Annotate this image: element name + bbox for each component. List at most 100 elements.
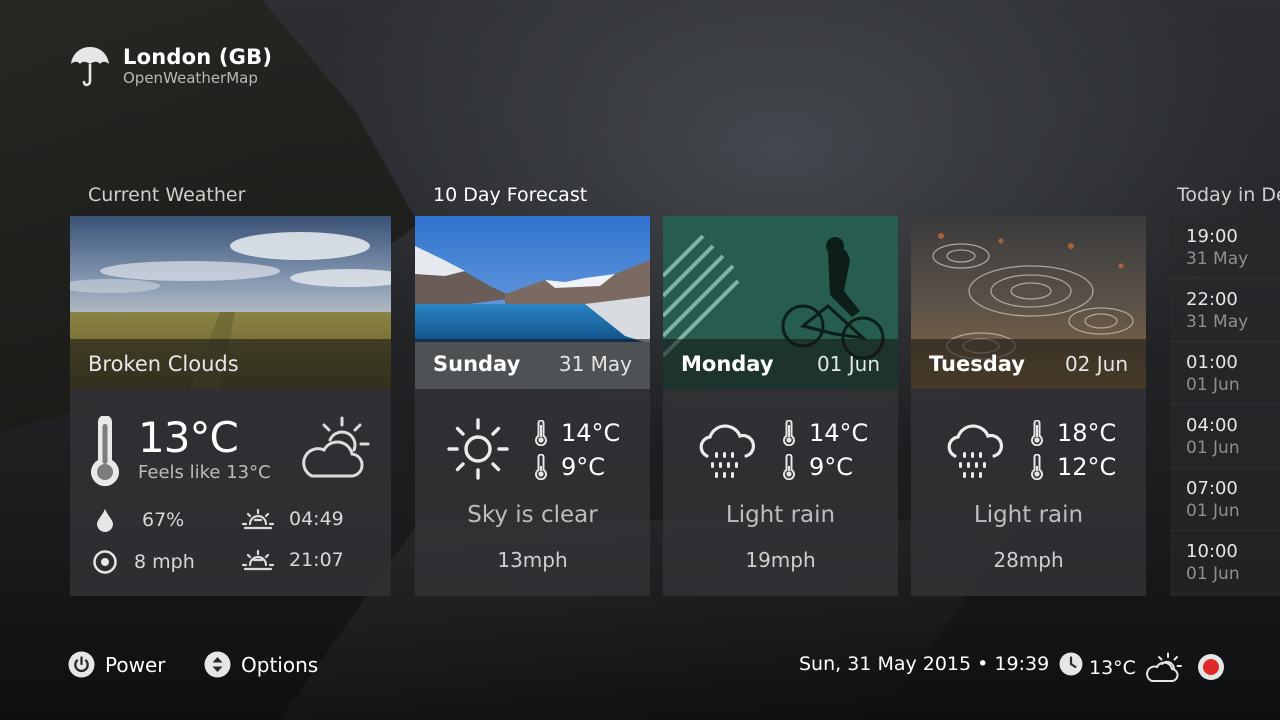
power-icon xyxy=(68,651,95,678)
low-temp-row: 9°C xyxy=(535,450,620,484)
hourly-date: 01 Jun xyxy=(1186,564,1240,584)
hourly-item[interactable]: 10:00 01 Jun xyxy=(1170,531,1280,594)
thermometer-high-icon xyxy=(783,420,795,446)
hourly-item[interactable]: 22:00 31 May xyxy=(1170,279,1280,342)
sunrise-time: 04:49 xyxy=(289,508,344,530)
current-weather-photo: Broken Clouds xyxy=(70,216,391,389)
location-name: London (GB) xyxy=(123,45,273,69)
forecast-photo-cyclist: Monday 01 Jun xyxy=(663,216,898,389)
weather-provider: OpenWeatherMap xyxy=(123,69,258,87)
forecast-photo-lake: Sunday 31 May xyxy=(415,216,650,389)
forecast-low: 9°C xyxy=(809,453,854,481)
sunset-time: 21:07 xyxy=(289,549,344,571)
cloud-sun-small-icon xyxy=(1146,652,1182,682)
sunset-icon xyxy=(241,549,275,571)
forecast-date: 02 Jun xyxy=(1064,352,1128,376)
current-condition-band: Broken Clouds xyxy=(70,339,391,389)
forecast-band: Monday 01 Jun xyxy=(663,339,898,389)
forecast-band: Sunday 31 May xyxy=(415,339,650,389)
cloud-sun-icon xyxy=(302,416,370,478)
thermometer-low-icon xyxy=(1031,454,1043,480)
section-current-weather[interactable]: Current Weather xyxy=(88,184,245,206)
hourly-time: 22:00 xyxy=(1186,289,1238,310)
wind-compass-icon xyxy=(93,550,117,574)
high-temp-row: 18°C xyxy=(1031,416,1116,450)
humidity-drop-icon xyxy=(97,509,113,532)
thermometer-icon xyxy=(91,416,119,487)
forecast-photo-puddle: Tuesday 02 Jun xyxy=(911,216,1146,389)
hourly-time: 10:00 xyxy=(1186,541,1238,562)
forecast-card[interactable]: Tuesday 02 Jun 18°C 12°C Light rain 28mp… xyxy=(911,216,1146,596)
clock-status: Sun, 31 May 2015 • 19:39 xyxy=(799,652,1083,676)
hourly-time: 07:00 xyxy=(1186,478,1238,499)
section-forecast[interactable]: 10 Day Forecast xyxy=(433,184,587,206)
section-hourly[interactable]: Today in Detail xyxy=(1177,184,1280,206)
thermometer-high-icon xyxy=(1031,420,1043,446)
date-time: Sun, 31 May 2015 • 19:39 xyxy=(799,653,1050,675)
forecast-band: Tuesday 02 Jun xyxy=(911,339,1146,389)
location-header: London (GB) OpenWeatherMap xyxy=(70,44,272,88)
low-temp-row: 12°C xyxy=(1031,450,1116,484)
sunset-row: 21:07 xyxy=(241,549,344,571)
hourly-date: 01 Jun xyxy=(1186,438,1240,458)
current-condition: Broken Clouds xyxy=(88,352,239,376)
hourly-item[interactable]: 01:00 01 Jun xyxy=(1170,342,1280,405)
hourly-date: 01 Jun xyxy=(1186,501,1240,521)
umbrella-icon xyxy=(71,47,109,87)
forecast-description: Light rain xyxy=(973,502,1084,528)
forecast-low: 9°C xyxy=(561,453,606,481)
hourly-date: 31 May xyxy=(1186,249,1249,269)
humidity-row: 67% xyxy=(96,508,184,532)
forecast-day: Sunday xyxy=(433,352,521,376)
weather-status: 13°C xyxy=(1089,652,1184,684)
forecast-temperatures: 14°C 9°C xyxy=(783,416,868,484)
hourly-item[interactable]: 04:00 01 Jun xyxy=(1170,405,1280,468)
forecast-high: 14°C xyxy=(561,419,621,447)
forecast-wind: 13mph xyxy=(497,548,568,572)
forecast-date: 01 Jun xyxy=(816,352,880,376)
wind-value: 8 mph xyxy=(134,551,195,573)
record-indicator-icon xyxy=(1203,659,1219,675)
hourly-time: 01:00 xyxy=(1186,352,1238,373)
sun-icon xyxy=(447,418,509,480)
options-button[interactable]: Options xyxy=(204,651,318,678)
clock-icon xyxy=(1059,652,1083,676)
forecast-wind: 28mph xyxy=(993,548,1064,572)
current-weather-card[interactable]: Broken Clouds 13°C Feels like 13°C 67% 8… xyxy=(70,216,391,596)
sunrise-row: 04:49 xyxy=(241,508,344,530)
forecast-high: 14°C xyxy=(809,419,869,447)
hourly-item[interactable]: 07:00 01 Jun xyxy=(1170,468,1280,531)
forecast-description: Light rain xyxy=(725,502,836,528)
record-button[interactable] xyxy=(1198,654,1224,680)
current-temperature: 13°C xyxy=(138,413,239,462)
forecast-description: Sky is clear xyxy=(467,502,598,528)
forecast-temperatures: 14°C 9°C xyxy=(535,416,620,484)
forecast-day: Tuesday xyxy=(929,352,1025,376)
hourly-date: 31 May xyxy=(1186,312,1249,332)
wind-row: 8 mph xyxy=(92,549,195,575)
forecast-card[interactable]: Monday 01 Jun 14°C 9°C Light rain 19mph xyxy=(663,216,898,596)
hourly-time: 19:00 xyxy=(1186,226,1238,247)
forecast-card[interactable]: Sunday 31 May 14°C 9°C Sky is clear 13mp… xyxy=(415,216,650,596)
hourly-list[interactable]: 19:00 31 May 22:00 31 May 01:00 01 Jun 0… xyxy=(1170,216,1280,596)
options-icon xyxy=(204,651,231,678)
hourly-item[interactable]: 19:00 31 May xyxy=(1170,216,1280,279)
forecast-low: 12°C xyxy=(1057,453,1117,481)
sunrise-icon xyxy=(241,508,275,530)
rain-cloud-icon xyxy=(699,424,756,478)
power-label: Power xyxy=(105,652,166,677)
humidity-value: 67% xyxy=(142,509,185,531)
high-temp-row: 14°C xyxy=(783,416,868,450)
forecast-high: 18°C xyxy=(1057,419,1117,447)
thermometer-high-icon xyxy=(535,420,547,446)
hourly-time: 04:00 xyxy=(1186,415,1238,436)
feels-like: Feels like 13°C xyxy=(138,462,271,483)
options-label: Options xyxy=(241,652,319,677)
thermometer-low-icon xyxy=(783,454,795,480)
status-temperature: 13°C xyxy=(1089,657,1136,679)
forecast-temperatures: 18°C 12°C xyxy=(1031,416,1116,484)
rain-cloud-icon xyxy=(947,424,1004,478)
power-button[interactable]: Power xyxy=(68,651,165,678)
forecast-date: 31 May xyxy=(558,352,632,376)
forecast-day: Monday xyxy=(681,352,774,376)
